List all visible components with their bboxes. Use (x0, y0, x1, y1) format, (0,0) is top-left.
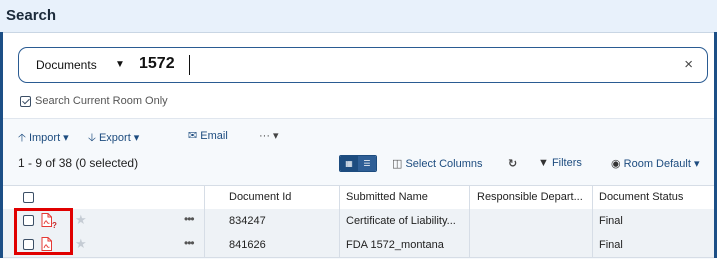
results-count: 1 - 9 of 38 (0 selected) (18, 156, 139, 170)
column-separator (339, 233, 340, 257)
scope-dropdown-label[interactable]: Documents (36, 58, 97, 72)
window-title: Search (6, 7, 57, 24)
star-icon[interactable]: ★ (75, 212, 87, 228)
column-header-document-id[interactable]: Document Id (229, 191, 291, 203)
list-view-icon[interactable]: ☰ (358, 156, 376, 171)
search-window: Search Documents ▼ 1572 × Search Current… (0, 0, 717, 259)
clear-icon[interactable]: × (684, 56, 693, 73)
cell-submitted-name[interactable]: FDA 1572_montana (346, 239, 444, 251)
grid-view-icon[interactable]: ▦ (340, 156, 358, 171)
column-separator (469, 209, 470, 233)
cell-document-id: 834247 (229, 215, 266, 227)
column-separator (204, 186, 205, 209)
export-button[interactable]: 🡣 Export ▾ (88, 129, 139, 148)
table-header: Document Id Submitted Name Responsible D… (3, 185, 714, 210)
search-input[interactable]: Documents ▼ 1572 × (18, 47, 708, 83)
text-caret (189, 55, 190, 75)
more-actions-button[interactable]: ··· ▾ (259, 129, 279, 142)
column-header-responsible-department[interactable]: Responsible Depart... (477, 191, 583, 203)
column-separator (469, 186, 470, 209)
annotation-highlight-box (14, 208, 73, 255)
eye-icon: ◉ (611, 158, 624, 170)
title-bar: Search (0, 0, 717, 33)
room-default-button[interactable]: ◉ Room Default ▾ (611, 157, 700, 170)
search-current-room-label[interactable]: Search Current Room Only (35, 95, 168, 107)
select-columns-button[interactable]: ◫ Select Columns (392, 157, 483, 170)
chevron-down-icon[interactable]: ▼ (115, 59, 125, 70)
filters-label: Filters (551, 157, 582, 169)
search-query[interactable]: 1572 (139, 55, 175, 73)
cell-document-status: Final (599, 215, 623, 227)
column-separator (469, 233, 470, 257)
column-separator (339, 209, 340, 233)
import-button[interactable]: 🡡 Import ▾ (18, 129, 69, 148)
columns-icon: ◫ (392, 158, 406, 170)
column-separator (592, 186, 593, 209)
more-dots-icon[interactable]: ••• (184, 236, 195, 250)
filter-icon: ▼ (538, 157, 552, 169)
column-separator (204, 209, 205, 233)
table-row[interactable]: ★ ••• 841626 FDA 1572_montana Final (3, 233, 714, 258)
table-row[interactable]: ? ★ ••• 834247 Certificate of Liability.… (3, 209, 714, 234)
cell-submitted-name[interactable]: Certificate of Liability... (346, 215, 456, 227)
column-header-submitted-name[interactable]: Submitted Name (346, 191, 428, 203)
view-toggle[interactable]: ▦ ☰ (339, 155, 377, 172)
room-default-label: Room Default ▾ (623, 158, 700, 170)
select-columns-label: Select Columns (405, 158, 483, 170)
search-current-room-checkbox[interactable] (20, 96, 31, 107)
cell-document-status: Final (599, 239, 623, 251)
refresh-icon[interactable]: ↻ (508, 157, 517, 170)
column-header-document-status[interactable]: Document Status (599, 191, 683, 203)
column-separator (339, 186, 340, 209)
column-separator (204, 233, 205, 257)
email-button[interactable]: ✉ Email (188, 129, 228, 142)
select-all-checkbox[interactable] (23, 192, 34, 203)
column-separator (592, 233, 593, 257)
cell-document-id: 841626 (229, 239, 266, 251)
more-dots-icon[interactable]: ••• (184, 212, 195, 226)
star-icon[interactable]: ★ (75, 236, 87, 252)
column-separator (592, 209, 593, 233)
filters-button[interactable]: ▼ Filters (538, 157, 582, 169)
